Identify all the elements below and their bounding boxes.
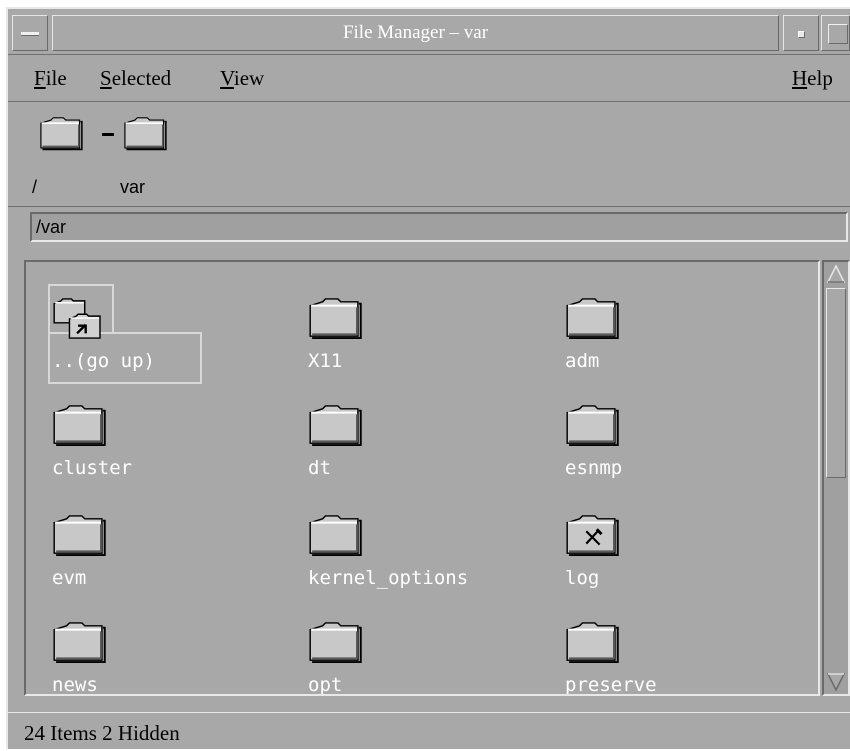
folder-icon: [566, 298, 619, 340]
menu-selected[interactable]: Selected: [100, 66, 171, 91]
status-text: 24 Items 2 Hidden: [24, 721, 180, 745]
breadcrumb-current-label[interactable]: var: [120, 177, 145, 198]
var-folder-icon[interactable]: [122, 117, 168, 151]
title-bar[interactable]: File Manager – var: [8, 9, 850, 55]
scroll-up-arrow-icon[interactable]: [826, 264, 846, 284]
go-up-folder-icon: [53, 298, 101, 339]
menu-help[interactable]: Help: [792, 66, 833, 91]
path-field[interactable]: /var: [30, 212, 848, 242]
breadcrumb-separator: [102, 133, 114, 136]
file-item-name: dt: [308, 457, 331, 479]
scroll-down-arrow-icon[interactable]: [826, 672, 846, 692]
file-item[interactable]: dt: [302, 395, 532, 491]
file-item[interactable]: ..(go up): [46, 288, 276, 384]
file-item[interactable]: cluster: [46, 395, 276, 491]
folder-icon: [53, 405, 106, 447]
file-item-name: log: [565, 567, 600, 589]
scrollbar-thumb[interactable]: [826, 288, 846, 478]
file-item[interactable]: kernel_options: [302, 505, 532, 601]
file-item-name: kernel_options: [308, 567, 469, 589]
folder-icon: [53, 515, 106, 557]
file-item-name: evm: [52, 567, 87, 589]
file-item-name: news: [52, 674, 98, 696]
breadcrumb: / var: [8, 103, 850, 207]
folder-icon: [309, 622, 362, 664]
folder-icon: [309, 515, 362, 557]
maximize-button[interactable]: [821, 15, 850, 51]
minimize-button[interactable]: [783, 15, 819, 51]
menu-file[interactable]: File: [34, 66, 67, 91]
file-item-name: cluster: [52, 457, 133, 479]
file-item-name: adm: [565, 350, 600, 372]
file-manager-window: File Manager – var File Selected View He…: [6, 7, 850, 749]
locked-folder-icon: [566, 515, 619, 557]
file-item[interactable]: adm: [559, 288, 789, 384]
window-menu-button[interactable]: [12, 15, 48, 51]
file-item[interactable]: evm: [46, 505, 276, 601]
breadcrumb-root-label[interactable]: /: [32, 177, 37, 198]
folder-icon: [309, 405, 362, 447]
file-item-name: esnmp: [565, 457, 623, 479]
file-list-pane: ..(go up) X11 adm cluster dt esnmp evm k…: [24, 260, 820, 696]
vertical-scrollbar[interactable]: [822, 260, 850, 696]
file-item[interactable]: esnmp: [559, 395, 789, 491]
file-item[interactable]: opt: [302, 612, 532, 696]
window-title: File Manager – var: [52, 15, 779, 51]
file-item[interactable]: news: [46, 612, 276, 696]
file-item-name: ..(go up): [52, 350, 155, 372]
file-item-name: X11: [308, 350, 343, 372]
menu-bar: File Selected View Help: [8, 56, 850, 102]
file-item[interactable]: preserve: [559, 612, 789, 696]
file-item-name: opt: [308, 674, 343, 696]
folder-icon: [309, 298, 362, 340]
file-item[interactable]: X11: [302, 288, 532, 384]
root-folder-icon[interactable]: [38, 117, 84, 151]
file-item[interactable]: log: [559, 505, 789, 601]
file-item-name: preserve: [565, 674, 657, 696]
folder-icon: [53, 622, 106, 664]
menu-view[interactable]: View: [220, 66, 264, 91]
folder-icon: [566, 405, 619, 447]
status-bar: 24 Items 2 Hidden: [8, 712, 850, 751]
folder-icon: [566, 622, 619, 664]
